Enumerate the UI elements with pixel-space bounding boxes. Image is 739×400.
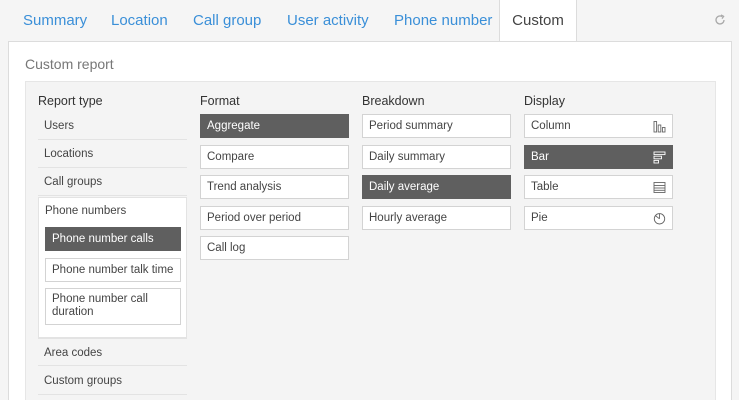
breakdown-daily-average-option[interactable]: Daily average xyxy=(362,175,511,199)
format-compare-option[interactable]: Compare xyxy=(200,145,349,169)
format-trend-analysis-option[interactable]: Trend analysis xyxy=(200,175,349,199)
report-type-locations[interactable]: Locations xyxy=(38,140,187,168)
display-column-label: Column xyxy=(531,120,571,132)
refresh-icon[interactable] xyxy=(714,14,726,26)
format-title: Format xyxy=(200,94,240,108)
display-column-option[interactable]: Column xyxy=(524,114,673,138)
format-period-over-period-option[interactable]: Period over period xyxy=(200,206,349,230)
breakdown-title: Breakdown xyxy=(362,94,425,108)
display-bar-option[interactable]: Bar xyxy=(524,145,673,169)
display-pie-option[interactable]: Pie xyxy=(524,206,673,230)
tab-location[interactable]: Location xyxy=(111,0,168,41)
tab-summary[interactable]: Summary xyxy=(23,0,87,41)
panel-title: Custom report xyxy=(25,56,114,72)
display-title: Display xyxy=(524,94,565,108)
format-call-log-option[interactable]: Call log xyxy=(200,236,349,260)
tab-call-group[interactable]: Call group xyxy=(193,0,261,41)
breakdown-period-summary-option[interactable]: Period summary xyxy=(362,114,511,138)
phone-number-talk-time-option[interactable]: Phone number talk time xyxy=(45,258,181,282)
format-aggregate-option[interactable]: Aggregate xyxy=(200,114,349,138)
display-pie-label: Pie xyxy=(531,212,548,224)
display-bar-label: Bar xyxy=(531,151,549,163)
report-type-phone-numbers[interactable]: Phone numbers xyxy=(45,205,126,217)
tab-bar: Summary Location Call group User activit… xyxy=(0,0,739,41)
bar-chart-icon xyxy=(653,151,666,164)
tab-user-activity[interactable]: User activity xyxy=(287,0,369,41)
report-type-area-codes[interactable]: Area codes xyxy=(38,338,187,366)
report-type-users[interactable]: Users xyxy=(38,112,187,140)
report-type-phone-numbers-group: Phone numbers Phone number calls Phone n… xyxy=(38,197,187,338)
phone-number-call-duration-option[interactable]: Phone number call duration xyxy=(45,288,181,325)
report-type-title: Report type xyxy=(38,94,103,108)
display-table-label: Table xyxy=(531,181,559,193)
tab-custom[interactable]: Custom xyxy=(499,0,577,41)
breakdown-daily-summary-option[interactable]: Daily summary xyxy=(362,145,511,169)
report-type-call-groups[interactable]: Call groups xyxy=(38,168,187,196)
tab-phone-number[interactable]: Phone number xyxy=(394,0,492,41)
breakdown-hourly-average-option[interactable]: Hourly average xyxy=(362,206,511,230)
display-table-option[interactable]: Table xyxy=(524,175,673,199)
table-icon xyxy=(653,182,666,193)
pie-chart-icon xyxy=(653,213,666,225)
column-chart-icon xyxy=(653,121,666,133)
report-type-custom-groups[interactable]: Custom groups xyxy=(38,367,187,395)
phone-number-calls-option[interactable]: Phone number calls xyxy=(45,227,181,251)
